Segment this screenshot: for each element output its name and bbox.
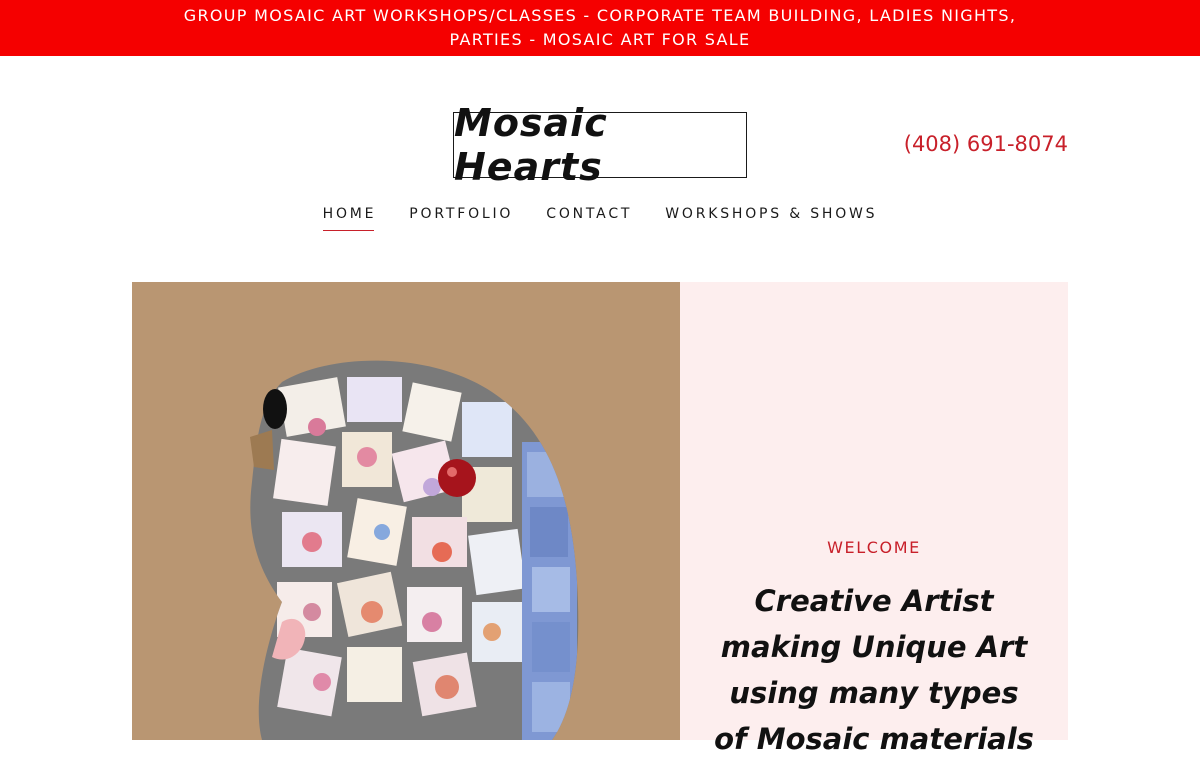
- banner-line-2: PARTIES - MOSAIC ART FOR SALE: [449, 30, 751, 49]
- site-logo[interactable]: Mosaic Hearts: [453, 101, 747, 189]
- welcome-label: WELCOME: [827, 538, 921, 557]
- welcome-panel: WELCOME Creative Artist making Unique Ar…: [680, 282, 1068, 756]
- announcement-banner: GROUP MOSAIC ART WORKSHOPS/CLASSES - COR…: [0, 0, 1200, 56]
- logo-text: Mosaic Hearts: [454, 101, 608, 189]
- mosaic-bird-illustration: [132, 282, 680, 740]
- nav-item-workshops-shows[interactable]: WORKSHOPS & SHOWS: [665, 206, 877, 230]
- hero-headline: Creative Artist making Unique Art using …: [714, 584, 1034, 756]
- phone-link[interactable]: (408) 691-8074: [904, 132, 1068, 156]
- hero-section: WELCOME Creative Artist making Unique Ar…: [132, 282, 1068, 756]
- nav-item-contact[interactable]: CONTACT: [546, 206, 632, 230]
- hero-image-mosaic-bird: [132, 282, 680, 740]
- nav-item-home[interactable]: HOME: [322, 206, 377, 231]
- banner-line-1: GROUP MOSAIC ART WORKSHOPS/CLASSES - COR…: [183, 6, 1017, 25]
- main-nav: HOME PORTFOLIO CONTACT WORKSHOPS & SHOWS: [0, 206, 1200, 231]
- nav-item-portfolio[interactable]: PORTFOLIO: [409, 206, 513, 230]
